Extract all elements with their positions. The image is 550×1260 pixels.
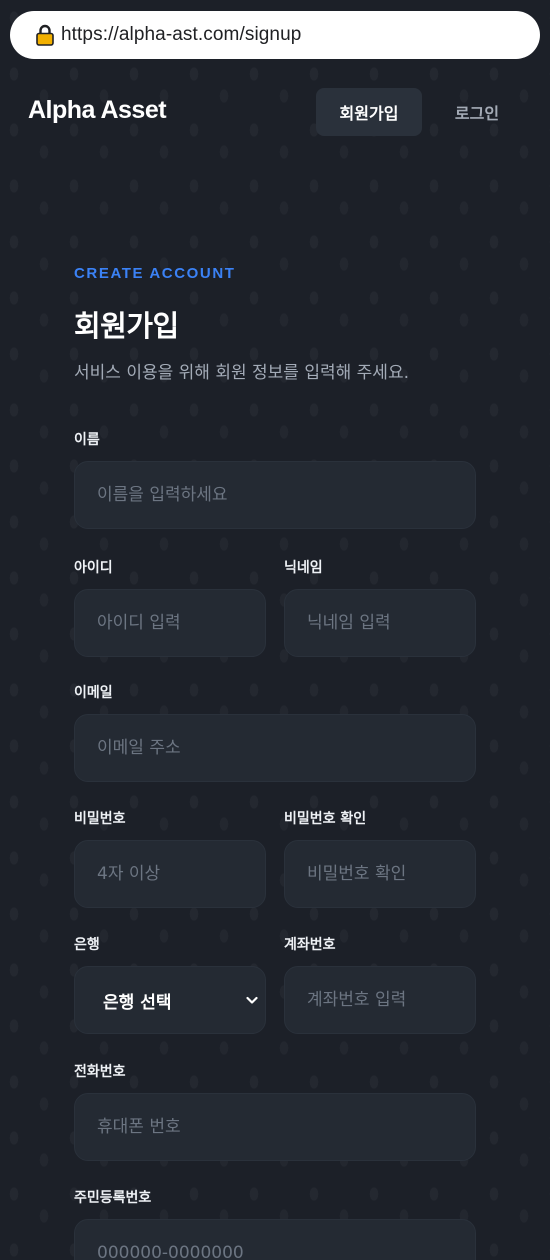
nickname-label: 닉네임: [284, 560, 323, 576]
name-field-box[interactable]: [74, 461, 476, 529]
password-label: 비밀번호: [74, 811, 126, 827]
account-label: 계좌번호: [284, 937, 336, 953]
site-header: Alpha Asset 회원가입 로그인: [0, 84, 550, 140]
email-input[interactable]: [97, 715, 475, 781]
nickname-input[interactable]: [307, 590, 475, 656]
lock-icon: [36, 24, 54, 46]
chevron-down-icon: [246, 996, 258, 1004]
page-title: 회원가입: [74, 309, 179, 343]
name-input[interactable]: [97, 462, 475, 528]
eyebrow-text: CREATE ACCOUNT: [74, 265, 236, 282]
userid-field-box[interactable]: [74, 589, 266, 657]
nav-signup-button[interactable]: 회원가입: [316, 88, 422, 136]
phone-label: 전화번호: [74, 1064, 126, 1080]
bank-label: 은행: [74, 937, 100, 953]
password-confirm-field-box[interactable]: [284, 840, 476, 908]
signup-page: https://alpha-ast.com/signup Alpha Asset…: [0, 0, 550, 1260]
email-label: 이메일: [74, 685, 113, 701]
rrn-field-box[interactable]: [74, 1219, 476, 1260]
bank-select[interactable]: 은행 선택: [74, 966, 266, 1034]
account-field-box[interactable]: [284, 966, 476, 1034]
logo[interactable]: Alpha Asset: [28, 96, 167, 125]
password-confirm-label: 비밀번호 확인: [284, 811, 367, 827]
password-confirm-input[interactable]: [307, 841, 475, 907]
password-input[interactable]: [97, 841, 265, 907]
bank-select-value: 은행 선택: [103, 992, 172, 1013]
account-input[interactable]: [307, 967, 475, 1033]
page-subtitle: 서비스 이용을 위해 회원 정보를 입력해 주세요.: [74, 363, 409, 383]
email-field-box[interactable]: [74, 714, 476, 782]
name-label: 이름: [74, 432, 100, 448]
phone-input[interactable]: [97, 1094, 475, 1160]
url-text: https://alpha-ast.com/signup: [61, 24, 302, 45]
phone-field-box[interactable]: [74, 1093, 476, 1161]
rrn-input[interactable]: [97, 1220, 475, 1260]
address-bar[interactable]: https://alpha-ast.com/signup: [10, 11, 540, 59]
nickname-field-box[interactable]: [284, 589, 476, 657]
userid-label: 아이디: [74, 560, 113, 576]
rrn-label: 주민등록번호: [74, 1190, 152, 1206]
userid-input[interactable]: [97, 590, 265, 656]
nav-login-button[interactable]: 로그인: [432, 88, 522, 136]
password-field-box[interactable]: [74, 840, 266, 908]
